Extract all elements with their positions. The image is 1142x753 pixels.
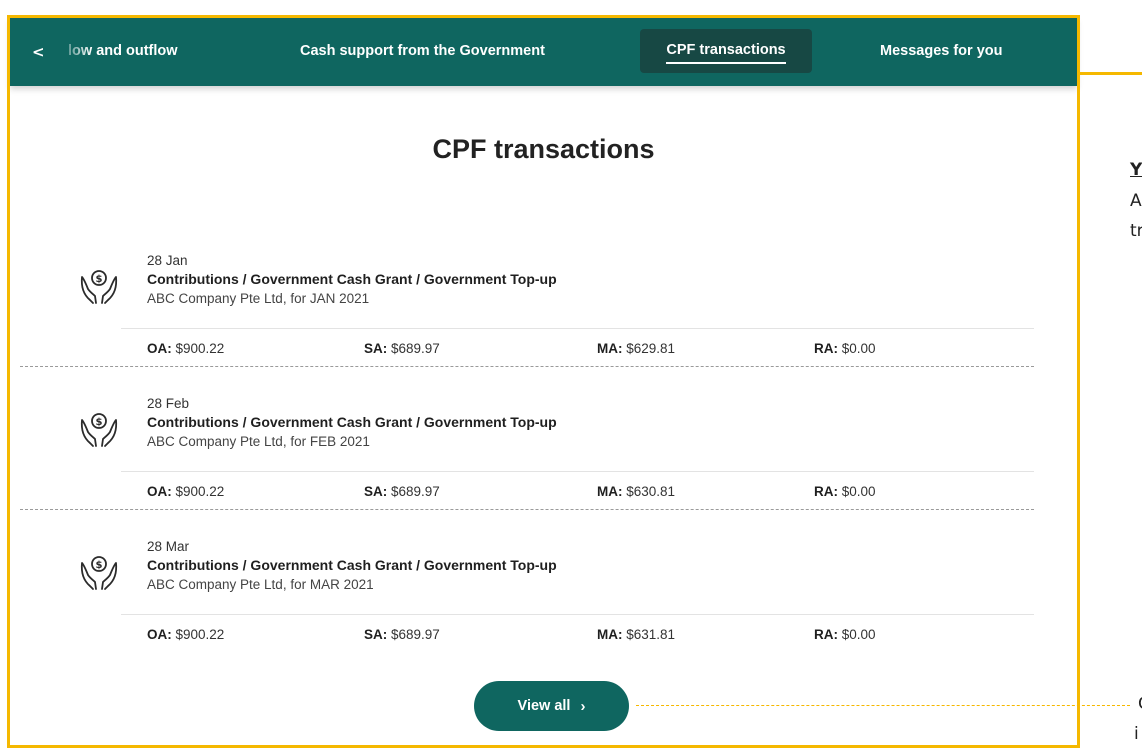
- ma-label: MA:: [597, 484, 623, 499]
- dashed-separator: [20, 366, 1034, 367]
- view-all-connector: [636, 705, 1130, 706]
- ma-amount: MA: $630.81: [597, 484, 675, 499]
- ra-value: $0.00: [841, 341, 876, 356]
- ma-value: $630.81: [626, 484, 676, 499]
- view-all-button[interactable]: View all ›: [474, 681, 629, 731]
- ra-label: RA:: [814, 627, 838, 642]
- svg-text:$: $: [96, 560, 103, 571]
- oa-amount: OA: $900.22: [147, 484, 224, 499]
- sa-value: $689.97: [391, 341, 440, 356]
- sa-value: $689.97: [391, 484, 440, 499]
- sa-value: $689.97: [391, 627, 440, 642]
- ra-amount: RA: $0.00: [814, 341, 876, 356]
- transaction-date: 28 Feb: [147, 396, 190, 411]
- tab-label: Messages for you: [880, 43, 1003, 59]
- ma-label: MA:: [597, 341, 623, 356]
- transaction-employer: ABC Company Pte Ltd, for FEB 2021: [147, 434, 370, 449]
- ra-label: RA:: [814, 341, 838, 356]
- ra-label: RA:: [814, 484, 838, 499]
- sa-amount: SA: $689.97: [364, 341, 440, 356]
- sa-amount: SA: $689.97: [364, 627, 440, 642]
- sa-amount: SA: $689.97: [364, 484, 440, 499]
- divider: [121, 328, 1034, 329]
- transaction-date: 28 Jan: [147, 253, 188, 268]
- tab-label: CPF transactions: [666, 39, 786, 64]
- svg-text:$: $: [96, 274, 103, 285]
- ma-label: MA:: [597, 627, 623, 642]
- highlight-connector: [1078, 72, 1142, 75]
- transaction-type: Contributions / Government Cash Grant / …: [147, 271, 557, 287]
- oa-amount: OA: $900.22: [147, 627, 224, 642]
- ra-value: $0.00: [841, 627, 876, 642]
- transaction-item: $ 28 Mar Contributions / Government Cash…: [76, 539, 1034, 679]
- sa-label: SA:: [364, 341, 388, 356]
- side-annotation-text: i: [1134, 724, 1139, 744]
- sa-label: SA:: [364, 627, 388, 642]
- transaction-employer: ABC Company Pte Ltd, for MAR 2021: [147, 577, 374, 592]
- oa-label: OA:: [147, 627, 172, 642]
- dashed-separator: [20, 509, 1034, 510]
- transaction-type: Contributions / Government Cash Grant / …: [147, 414, 557, 430]
- account-amounts: OA: $900.22 SA: $689.97 MA: $629.81 RA: …: [147, 341, 1034, 359]
- tab-navigation-bar: < low and outflow Cash support from the …: [10, 18, 1077, 86]
- transaction-date: 28 Mar: [147, 539, 190, 554]
- oa-value: $900.22: [175, 484, 225, 499]
- tab-cpf-transactions[interactable]: CPF transactions: [640, 29, 812, 73]
- tab-cash-support[interactable]: Cash support from the Government: [278, 29, 567, 73]
- ra-amount: RA: $0.00: [814, 627, 876, 642]
- side-annotation-heading: Y: [1130, 160, 1142, 180]
- page-title: CPF transactions: [432, 134, 655, 164]
- ra-value: $0.00: [841, 484, 876, 499]
- oa-label: OA:: [147, 484, 172, 499]
- svg-text:$: $: [96, 417, 103, 428]
- money-hands-icon: $: [80, 413, 118, 447]
- transaction-item: $ 28 Jan Contributions / Government Cash…: [20, 253, 1034, 393]
- oa-label: OA:: [147, 341, 172, 356]
- ma-amount: MA: $629.81: [597, 341, 675, 356]
- ma-value: $629.81: [626, 341, 676, 356]
- ra-amount: RA: $0.00: [814, 484, 876, 499]
- ma-value: $631.81: [626, 627, 676, 642]
- ma-amount: MA: $631.81: [597, 627, 675, 642]
- sa-label: SA:: [364, 484, 388, 499]
- account-amounts: OA: $900.22 SA: $689.97 MA: $630.81 RA: …: [147, 484, 1034, 502]
- transaction-type: Contributions / Government Cash Grant / …: [147, 557, 557, 573]
- side-annotation-text: C: [1138, 694, 1142, 714]
- oa-value: $900.22: [175, 627, 225, 642]
- transaction-employer: ABC Company Pte Ltd, for JAN 2021: [147, 291, 370, 306]
- account-amounts: OA: $900.22 SA: $689.97 MA: $631.81 RA: …: [147, 627, 1034, 645]
- transaction-item: $ 28 Feb Contributions / Government Cash…: [20, 396, 1034, 536]
- oa-value: $900.22: [175, 341, 225, 356]
- divider: [121, 471, 1034, 472]
- side-annotation-text: tr: [1130, 221, 1142, 241]
- money-hands-icon: $: [80, 270, 118, 304]
- oa-amount: OA: $900.22: [147, 341, 224, 356]
- chevron-right-icon: ›: [580, 697, 586, 715]
- money-hands-icon: $: [80, 556, 118, 590]
- tab-messages[interactable]: Messages for you: [858, 29, 1025, 73]
- view-all-label: View all: [517, 698, 571, 714]
- side-annotation-text: A: [1130, 191, 1142, 211]
- tab-label: Cash support from the Government: [300, 43, 545, 59]
- scroll-fade: [52, 18, 92, 86]
- divider: [121, 614, 1034, 615]
